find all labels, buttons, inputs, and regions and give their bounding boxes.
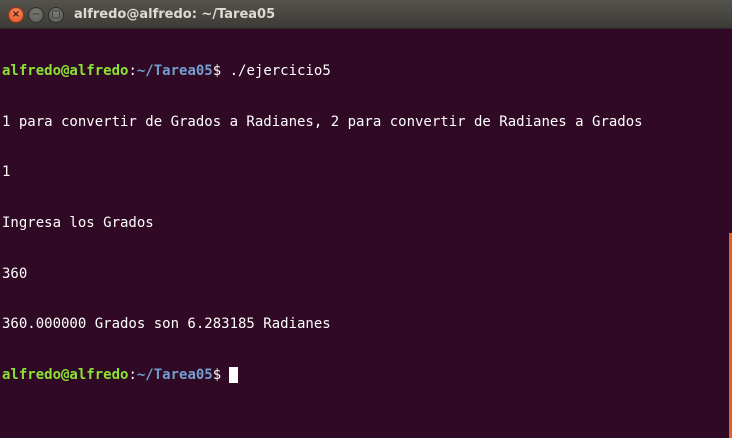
prompt-user: alfredo@alfredo [2,62,129,79]
output-line: Ingresa los Grados [2,214,154,231]
maximize-icon: □ [51,9,61,20]
prompt-separator: : [128,62,137,79]
window-title: alfredo@alfredo: ~/Tarea05 [74,7,276,22]
terminal-area[interactable]: alfredo@alfredo:~/Tarea05$ ./ejercicio5 … [2,29,724,438]
prompt-line-2: alfredo@alfredo:~/Tarea05$ [2,367,724,384]
text-cursor [229,367,239,384]
prompt-symbol: $ [212,367,222,384]
prompt-line-1: alfredo@alfredo:~/Tarea05$ ./ejercicio5 [2,63,724,80]
prompt-path: ~/Tarea05 [136,367,213,384]
close-icon: × [11,9,21,20]
title-bar[interactable]: × − □ alfredo@alfredo: ~/Tarea05 [0,0,732,29]
output-line: 1 para convertir de Grados a Radianes, 2… [2,113,643,130]
prompt-user: alfredo@alfredo [2,367,129,384]
prompt-symbol: $ [212,62,222,79]
prompt-separator: : [128,367,137,384]
command-text: ./ejercicio5 [221,62,331,79]
output-line: 360 [2,265,28,282]
prompt-path: ~/Tarea05 [136,62,213,79]
output-line: 360.000000 Grados son 6.283185 Radianes [2,316,331,333]
maximize-button[interactable]: □ [48,7,64,23]
output-line: 1 [2,164,11,181]
close-button[interactable]: × [8,7,24,23]
terminal-window: × − □ alfredo@alfredo: ~/Tarea05 alfredo… [0,0,732,438]
minimize-icon: − [31,9,41,20]
minimize-button[interactable]: − [28,7,44,23]
